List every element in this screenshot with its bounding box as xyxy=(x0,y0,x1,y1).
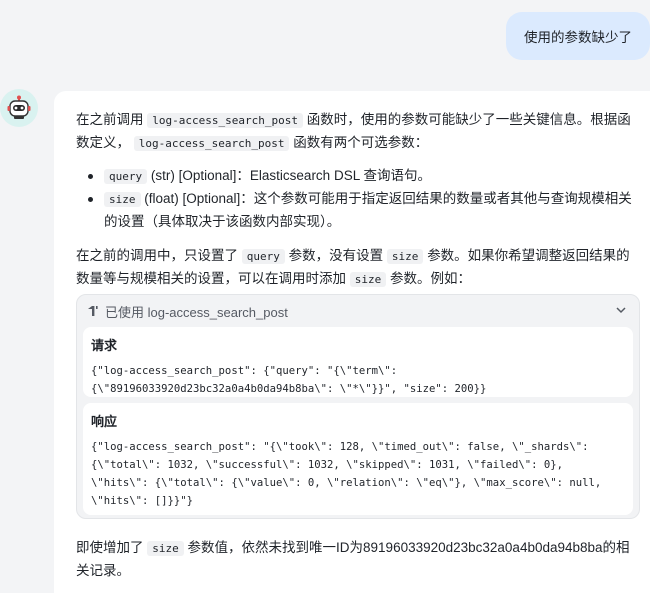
assistant-reply: 在之前调用 log-access_search_post 函数时，使用的参数可能… xyxy=(54,91,650,593)
function-name-code: log-access_search_post xyxy=(133,136,290,151)
chevron-down-icon[interactable] xyxy=(615,304,627,316)
param-name-code: size xyxy=(147,541,184,556)
intro-paragraph: 在之前调用 log-access_search_post 函数时，使用的参数可能… xyxy=(76,109,642,155)
param-name-code: query xyxy=(241,249,285,264)
reply-content: 在之前调用 log-access_search_post 函数时，使用的参数可能… xyxy=(76,109,642,299)
param-list: query (str) [Optional]：Elasticsearch DSL… xyxy=(76,165,642,233)
explain-text: 在之前的调用中，只设置了 xyxy=(76,248,238,263)
tool-call-title: 已使用 log-access_search_post xyxy=(105,304,288,320)
conclusion-text: 即使增加了 xyxy=(76,540,144,555)
request-pane: 请求 {"log-access_search_post": {"query": … xyxy=(83,327,633,397)
explain-paragraph: 在之前的调用中，只设置了 query 参数，没有设置 size 参数。如果你希望… xyxy=(76,245,642,291)
response-body: {"log-access_search_post": "{\"took\": 1… xyxy=(91,441,602,507)
tool-icon xyxy=(88,306,98,316)
tool-call-card: 已使用 log-access_search_post 请求 {"log-acce… xyxy=(76,294,640,519)
param-name-code: query xyxy=(104,169,148,184)
response-title: 响应 xyxy=(91,414,118,429)
explain-text: 参数。例如： xyxy=(390,271,472,286)
param-name-code: size xyxy=(349,272,387,287)
intro-text: 函数有两个可选参数： xyxy=(293,135,429,150)
param-desc: (float) [Optional]：这个参数可能用于指定返回结果的数量或者其他… xyxy=(104,191,632,229)
intro-text: 在之前调用 xyxy=(76,112,144,127)
list-item: size (float) [Optional]：这个参数可能用于指定返回结果的数… xyxy=(76,188,642,233)
conclusion-paragraph: 即使增加了 size 参数值，依然未找到唯一ID为89196033920d23b… xyxy=(76,537,642,582)
explain-text: 参数，没有设置 xyxy=(288,248,384,263)
request-body: {"log-access_search_post": {"query": "{\… xyxy=(91,365,487,395)
param-name-code: size xyxy=(386,249,424,264)
param-desc: (str) [Optional]：Elasticsearch DSL 查询语句。 xyxy=(150,168,431,183)
user-message-text: 使用的参数缺少了 xyxy=(524,30,632,45)
function-name-code: log-access_search_post xyxy=(147,113,303,128)
param-name-code: size xyxy=(104,192,141,207)
response-pane: 响应 {"log-access_search_post": "{\"took\"… xyxy=(83,403,633,515)
user-message-bubble: 使用的参数缺少了 xyxy=(506,12,650,60)
request-title: 请求 xyxy=(91,338,118,353)
tool-call-header[interactable]: 已使用 log-access_search_post xyxy=(77,295,639,327)
assistant-avatar xyxy=(0,89,38,127)
robot-icon xyxy=(7,95,31,119)
list-item: query (str) [Optional]：Elasticsearch DSL… xyxy=(76,165,642,188)
